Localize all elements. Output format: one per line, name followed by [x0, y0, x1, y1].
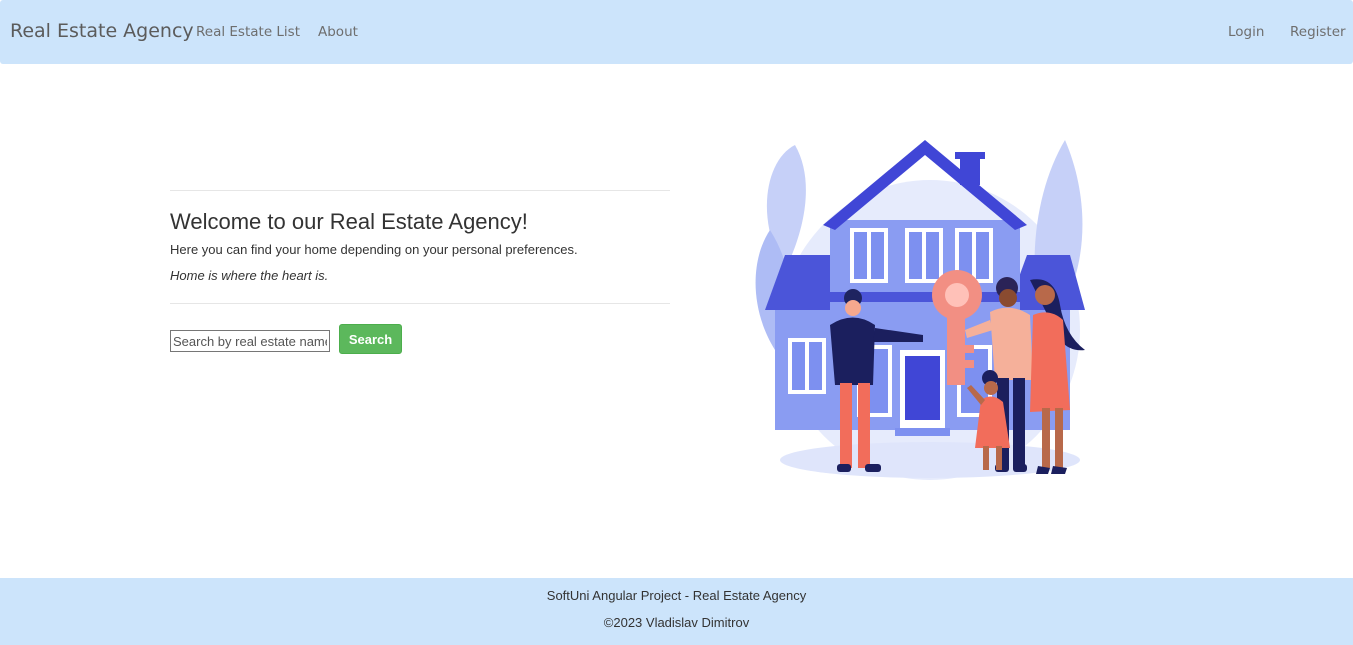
footer-copyright-text: ©2023 Vladislav Dimitrov: [603, 615, 750, 630]
nav-link-login[interactable]: Login: [1228, 24, 1264, 40]
footer-project-text: SoftUni Angular Project - Real Estate Ag…: [546, 588, 807, 603]
family-house-illustration: [755, 140, 1085, 480]
search-button[interactable]: Search: [339, 324, 402, 354]
nav-link-register[interactable]: Register: [1290, 24, 1346, 40]
nav-link-real-estate-list[interactable]: Real Estate List: [196, 24, 300, 40]
top-navbar: Real Estate Agency Real Estate List Abou…: [0, 0, 1353, 64]
brand-link[interactable]: Real Estate Agency: [10, 20, 194, 42]
divider-bottom: [170, 303, 670, 304]
welcome-motto: Home is where the heart is.: [170, 268, 329, 283]
welcome-title: Welcome to our Real Estate Agency!: [170, 209, 528, 234]
welcome-section: Welcome to our Real Estate Agency! Here …: [170, 190, 670, 304]
search-input[interactable]: [170, 330, 330, 352]
page-footer: SoftUni Angular Project - Real Estate Ag…: [0, 578, 1353, 645]
nav-link-about[interactable]: About: [318, 24, 358, 40]
welcome-subtitle: Here you can find your home depending on…: [170, 242, 578, 257]
divider-top: [170, 190, 670, 191]
